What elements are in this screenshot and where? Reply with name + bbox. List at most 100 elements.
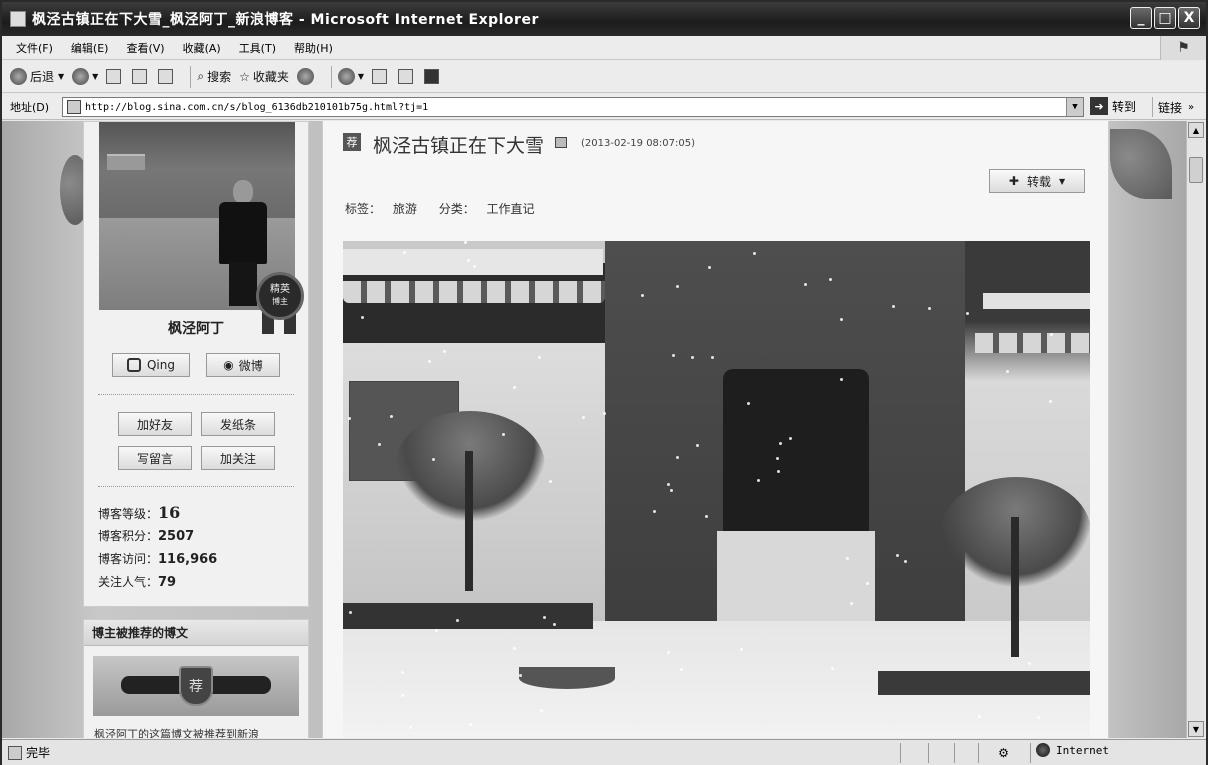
blogger-profile-panel: 精英 博主 枫泾阿丁 Qing ◉ 微博 加好友 发纸条 写留言 加关注 博客等… (83, 121, 309, 607)
scroll-up-icon[interactable]: ▲ (1188, 122, 1204, 138)
edit-button[interactable] (398, 69, 416, 84)
back-label: 后退 (30, 70, 55, 84)
snowflake (840, 318, 843, 321)
print-button[interactable] (372, 69, 390, 84)
stat-visits-label: 博客访问： (98, 552, 159, 566)
search-icon: ⌕ (197, 69, 205, 83)
security-zone[interactable]: Internet (1036, 743, 1109, 757)
snowflake (776, 457, 779, 460)
menu-help[interactable]: 帮助(H) (294, 40, 333, 56)
page-icon (67, 100, 81, 114)
stop-button[interactable] (106, 69, 124, 84)
menu-favorites[interactable]: 收藏(A) (183, 40, 221, 56)
go-button[interactable]: ➜ 转到 (1090, 97, 1136, 115)
vertical-scrollbar[interactable]: ▲ ▼ (1186, 121, 1204, 738)
picture-icon (555, 137, 567, 148)
blogger-name[interactable]: 枫泾阿丁 (84, 318, 308, 338)
snowflake (401, 694, 404, 697)
plus-icon: ✚ (1008, 174, 1019, 188)
snowflake (348, 417, 351, 420)
stat-popularity: 关注人气：79 (98, 571, 217, 594)
snowflake (708, 266, 711, 269)
menu-edit[interactable]: 编辑(E) (71, 40, 109, 56)
snowflake (361, 316, 364, 319)
close-button[interactable]: X (1178, 7, 1200, 29)
home-icon (158, 69, 174, 84)
title-bar[interactable]: 枫泾古镇正在下大雪_枫泾阿丁_新浪博客 - Microsoft Internet… (2, 2, 1206, 36)
snowflake (349, 611, 352, 614)
scroll-down-icon[interactable]: ▼ (1188, 721, 1204, 737)
qing-button[interactable]: Qing (112, 353, 190, 377)
links-button[interactable]: 链接 » (1152, 97, 1194, 117)
toolbar-separator (190, 65, 192, 88)
address-url[interactable]: http://blog.sina.com.cn/s/blog_6136db210… (85, 102, 428, 113)
edit-icon (398, 69, 414, 84)
privacy-icon[interactable]: ⚙ (978, 743, 1028, 763)
category-label: 分类： (438, 202, 475, 216)
snowflake (676, 456, 679, 459)
stat-visits-value: 116,966 (158, 552, 218, 567)
decorative-leaf-right (1110, 129, 1172, 199)
refresh-button[interactable] (132, 69, 150, 84)
snowflake (705, 515, 708, 518)
snowflake (680, 668, 683, 671)
menu-file[interactable]: 文件(F) (16, 40, 53, 56)
tags-label: 标签： (345, 202, 382, 216)
address-bar: 地址(D) http://blog.sina.com.cn/s/blog_613… (2, 94, 1206, 120)
page-done-icon (8, 745, 22, 760)
article-panel: 荐 枫泾古镇正在下大雪 (2013-02-19 08:07:05) ✚ 转载 ▼… (322, 121, 1109, 738)
address-dropdown-icon[interactable]: ▼ (1066, 98, 1083, 116)
search-button[interactable]: ⌕ 搜索 (197, 68, 231, 85)
snowflake (1028, 662, 1031, 665)
article-tags: 标签： 旅游 分类： 工作直记 (345, 200, 543, 217)
weibo-button[interactable]: ◉ 微博 (206, 353, 280, 377)
snowflake (1050, 333, 1053, 336)
snowflake (840, 378, 843, 381)
messenger-button[interactable] (424, 69, 442, 84)
stat-points: 博客积分：2507 (98, 525, 217, 548)
snowflake (513, 386, 516, 389)
snowflake (966, 312, 969, 315)
back-button[interactable]: 后退 ▼ (10, 68, 64, 85)
maximize-button[interactable]: □ (1154, 7, 1176, 29)
menu-view[interactable]: 查看(V) (126, 40, 164, 56)
photo-tiles-right (975, 333, 1090, 353)
repost-button[interactable]: ✚ 转载 ▼ (989, 169, 1085, 193)
menu-bar: 文件(F) 编辑(E) 查看(V) 收藏(A) 工具(T) 帮助(H) (2, 36, 1206, 60)
snowflake (789, 437, 792, 440)
follow-button[interactable]: 加关注 (201, 446, 275, 470)
write-message-button[interactable]: 写留言 (118, 446, 192, 470)
history-button[interactable] (296, 68, 317, 85)
add-friend-button[interactable]: 加好友 (118, 412, 192, 436)
snowflake (428, 360, 431, 363)
forward-dropdown-icon[interactable]: ▼ (92, 72, 98, 81)
recommended-banner[interactable]: 荐 (93, 656, 299, 716)
home-button[interactable] (158, 69, 176, 84)
snowflake (672, 354, 675, 357)
minimize-button[interactable]: _ (1130, 7, 1152, 29)
forward-button[interactable]: ▼ (72, 68, 98, 85)
article-photo[interactable] (343, 241, 1090, 738)
snowflake (896, 554, 899, 557)
stat-level: 博客等级：16 (98, 502, 217, 525)
qing-icon (126, 358, 141, 372)
mail-button[interactable]: ▼ (337, 68, 364, 85)
back-dropdown-icon[interactable]: ▼ (58, 72, 64, 81)
snowflake (978, 715, 981, 718)
recommended-snippet[interactable]: 枫泾阿丁的这篇博文被推荐到新浪 (94, 726, 259, 738)
snowflake (403, 251, 406, 254)
snowflake (549, 480, 552, 483)
category-link[interactable]: 工作直记 (487, 202, 535, 216)
recommended-shield-icon: 荐 (179, 666, 213, 706)
snowflake (443, 350, 446, 353)
send-note-button[interactable]: 发纸条 (201, 412, 275, 436)
tag-link[interactable]: 旅游 (393, 202, 417, 216)
address-input[interactable]: http://blog.sina.com.cn/s/blog_6136db210… (62, 97, 1084, 117)
snowflake (582, 416, 585, 419)
menu-tools[interactable]: 工具(T) (239, 40, 276, 56)
scroll-thumb[interactable] (1189, 157, 1203, 183)
print-icon (372, 69, 388, 84)
status-text: 完毕 (26, 746, 51, 760)
divider (98, 394, 294, 395)
favorites-button[interactable]: ☆ 收藏夹 (239, 68, 289, 85)
